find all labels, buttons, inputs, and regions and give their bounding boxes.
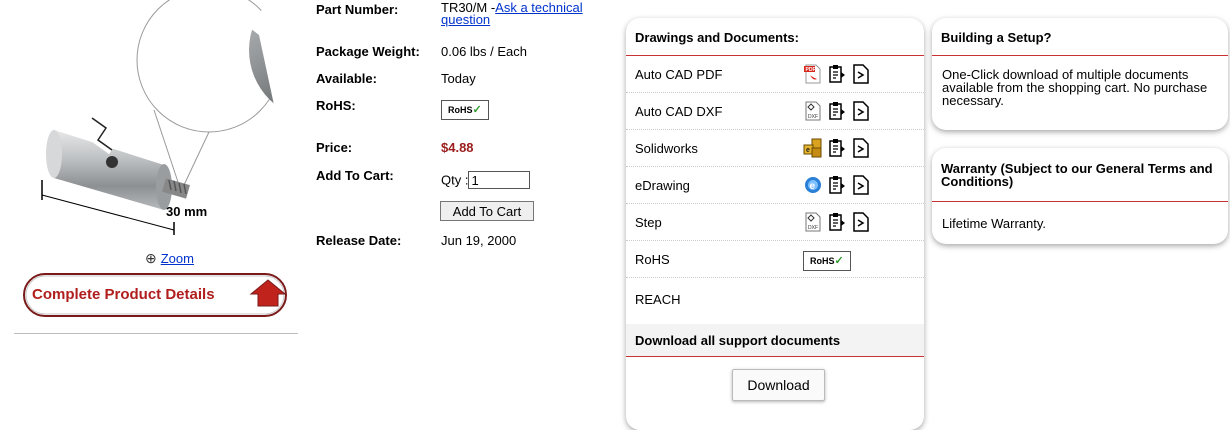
rohs-value: RoHS✓ — [441, 100, 489, 120]
shortcut-link-icon[interactable] — [851, 212, 871, 232]
doc-icons: DXF — [803, 212, 875, 232]
details-button-label: Complete Product Details — [32, 286, 215, 303]
copy-document-icon[interactable] — [827, 138, 847, 158]
doc-row-autocad-pdf: Auto CAD PDF PDF — [626, 56, 924, 93]
dimension-label: 30 mm — [166, 204, 208, 219]
doc-row-edrawing: eDrawing e — [626, 167, 924, 204]
doc-label: Auto CAD DXF — [635, 104, 723, 119]
warranty-title: Warranty (Subject to our General Terms a… — [941, 161, 1213, 189]
doc-label: REACH — [635, 292, 681, 307]
svg-text:e: e — [806, 147, 810, 154]
download-all-section: Download all support documents — [626, 324, 924, 356]
pdf-icon[interactable]: PDF — [803, 64, 823, 84]
part-number-label: Part Number: — [316, 2, 399, 17]
complete-product-details-button[interactable]: Complete Product Details — [23, 272, 289, 318]
qty-input[interactable] — [468, 171, 531, 189]
svg-text:DXF: DXF — [808, 225, 818, 231]
warranty-card: Warranty (Subject to our General Terms a… — [932, 148, 1228, 244]
weight-value: 0.06 lbs / Each — [441, 44, 527, 59]
ask-question-link[interactable]: Ask a technical — [495, 0, 582, 15]
rohs-badge: RoHS✓ — [441, 100, 489, 120]
dxf-icon[interactable]: DXF — [803, 212, 823, 232]
magnifier-icon: ⊕ — [145, 250, 157, 266]
edrawing-icon[interactable]: e — [803, 175, 823, 195]
doc-icons: e — [803, 138, 875, 158]
doc-row-rohs: RoHS RoHS✓ — [626, 241, 924, 278]
doc-icons: DXF — [803, 101, 875, 121]
doc-row-reach: REACH — [626, 281, 924, 317]
zoom-link[interactable]: ⊕ Zoom — [145, 250, 194, 267]
divider — [14, 333, 298, 334]
shortcut-link-icon[interactable] — [851, 138, 871, 158]
dxf-icon[interactable]: DXF — [803, 101, 823, 121]
copy-document-icon[interactable] — [827, 101, 847, 121]
doc-icons: PDF — [803, 64, 875, 84]
weight-label: Package Weight: — [316, 44, 420, 59]
download-all-rule — [626, 356, 924, 357]
release-value: Jun 19, 2000 — [441, 233, 517, 248]
price-label: Price: — [316, 140, 353, 155]
doc-icons: e — [803, 175, 875, 195]
shortcut-link-icon[interactable] — [851, 101, 871, 121]
doc-label: RoHS — [635, 252, 670, 267]
download-button[interactable]: Download — [732, 369, 825, 401]
product-image — [14, 0, 294, 235]
svg-text:PDF: PDF — [806, 67, 816, 73]
setup-title-rule — [932, 55, 1228, 56]
doc-label: Solidworks — [635, 141, 698, 156]
part-number-value: TR30/M -Ask a technical question — [441, 0, 583, 27]
ask-question-link-cont[interactable]: question — [441, 12, 490, 27]
setup-text: One-Click download of multiple documents… — [942, 67, 1208, 108]
qty-group: Qty : — [441, 171, 531, 189]
svg-text:e: e — [810, 181, 816, 192]
zoom-label[interactable]: Zoom — [161, 251, 194, 266]
copy-document-icon[interactable] — [827, 175, 847, 195]
svg-text:DXF: DXF — [808, 114, 818, 120]
copy-document-icon[interactable] — [827, 212, 847, 232]
shortcut-link-icon[interactable] — [851, 175, 871, 195]
available-label: Available: — [316, 71, 377, 86]
building-setup-card: Building a Setup? One-Click download of … — [932, 18, 1228, 130]
docs-title: Drawings and Documents: — [635, 30, 799, 45]
release-label: Release Date: — [316, 233, 402, 248]
available-value: Today — [441, 71, 476, 86]
doc-label: Step — [635, 215, 662, 230]
cart-label: Add To Cart: — [316, 168, 394, 183]
solidworks-icon[interactable]: e — [803, 138, 823, 158]
doc-row-autocad-dxf: Auto CAD DXF DXF — [626, 93, 924, 130]
warranty-title-rule — [932, 201, 1228, 202]
price-value: $4.88 — [441, 140, 474, 155]
setup-title: Building a Setup? — [941, 30, 1052, 45]
drawings-documents-card: Drawings and Documents: Auto CAD PDF PDF… — [626, 18, 924, 430]
rohs-label: RoHS: — [316, 98, 356, 113]
rohs-badge[interactable]: RoHS✓ — [803, 251, 851, 271]
download-all-title: Download all support documents — [635, 333, 841, 348]
doc-label: Auto CAD PDF — [635, 67, 723, 82]
doc-row-solidworks: Solidworks e — [626, 130, 924, 167]
warranty-text: Lifetime Warranty. — [942, 216, 1047, 231]
add-to-cart-button[interactable]: Add To Cart — [440, 201, 534, 221]
doc-icons: RoHS✓ — [803, 251, 851, 271]
doc-label: eDrawing — [635, 178, 690, 193]
qty-label: Qty : — [441, 172, 469, 188]
copy-document-icon[interactable] — [827, 64, 847, 84]
shortcut-link-icon[interactable] — [851, 64, 871, 84]
doc-row-step: Step DXF — [626, 204, 924, 241]
